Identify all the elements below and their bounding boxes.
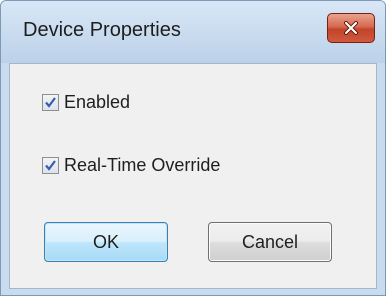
device-properties-dialog: Device Properties Enabled Real-Time Over…: [0, 0, 386, 296]
check-icon: [45, 97, 56, 108]
real-time-override-checkbox[interactable]: [42, 157, 59, 174]
ok-button[interactable]: OK: [44, 222, 168, 262]
close-icon: [343, 21, 359, 35]
enabled-checkbox[interactable]: [42, 94, 59, 111]
enabled-checkbox-row[interactable]: Enabled: [42, 92, 130, 113]
real-time-override-label: Real-Time Override: [64, 155, 221, 175]
window-title: Device Properties: [23, 19, 181, 41]
real-time-override-checkbox-row[interactable]: Real-Time Override: [42, 155, 220, 176]
enabled-label: Enabled: [64, 92, 131, 112]
check-icon: [45, 160, 56, 171]
dialog-client-area: Enabled Real-Time Override OK Cancel: [9, 63, 377, 289]
cancel-button[interactable]: Cancel: [208, 222, 332, 262]
title-bar[interactable]: Device Properties: [1, 1, 385, 63]
close-button[interactable]: [327, 13, 375, 43]
